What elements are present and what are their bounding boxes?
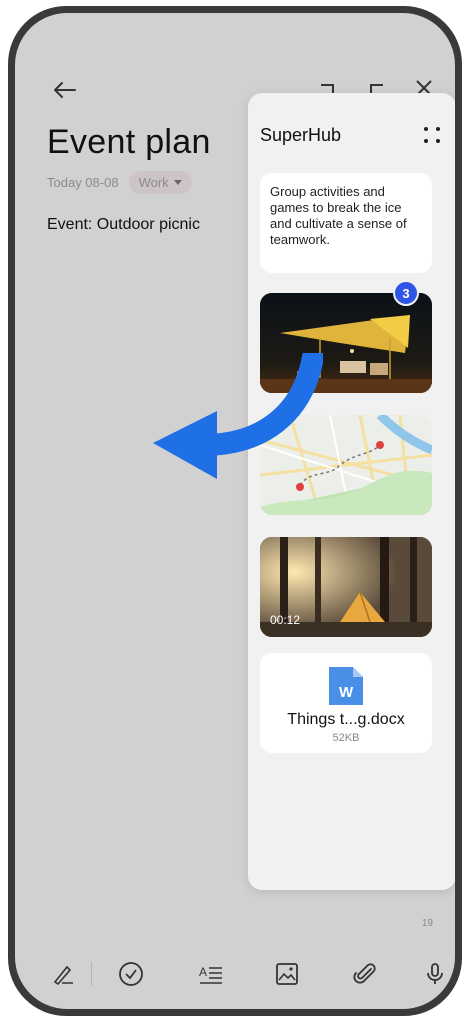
video-duration: 00:12 (270, 613, 301, 627)
superhub-text-card[interactable]: Group activities and games to break the … (260, 173, 432, 273)
handwriting-icon[interactable] (47, 958, 79, 990)
document-size: 52KB (332, 732, 360, 744)
doc-letter: W (339, 684, 354, 701)
attachment-icon[interactable] (349, 958, 381, 990)
superhub-text-content: Group activities and games to break the … (270, 184, 407, 247)
superhub-video-thumbnail[interactable]: 00:12 (260, 537, 432, 637)
note-body-line[interactable]: Event: Outdoor picnic (47, 216, 200, 234)
category-tag[interactable]: Work (128, 171, 192, 194)
image-icon[interactable] (271, 958, 303, 990)
note-title[interactable]: Event plan (47, 123, 211, 162)
note-meta: Today 08-08 Work (47, 171, 192, 194)
back-arrow-icon[interactable] (49, 77, 79, 103)
phone-frame: Event plan Today 08-08 Work Event: Outdo… (8, 6, 462, 1016)
text-style-icon[interactable]: A (195, 958, 227, 990)
bottom-toolbar: A (15, 958, 455, 998)
more-options-icon[interactable] (422, 125, 442, 145)
document-name: Things t...g.docx (287, 711, 405, 728)
superhub-title: SuperHub (260, 125, 342, 145)
category-tag-label: Work (138, 175, 169, 190)
note-screen: Event plan Today 08-08 Work Event: Outdo… (15, 13, 455, 1009)
note-date: Today 08-08 (47, 175, 119, 190)
superhub-document-card[interactable]: W Things t...g.docx 52KB (260, 653, 432, 753)
svg-text:A: A (199, 965, 207, 979)
checklist-icon[interactable] (115, 958, 147, 990)
image-count-badge: 3 (393, 280, 419, 306)
microphone-icon[interactable] (419, 958, 451, 990)
word-document-icon: W (325, 665, 365, 707)
toolbar-divider (91, 962, 92, 986)
page-number: 19 (421, 918, 433, 929)
drag-arrow-icon (153, 353, 323, 479)
dropdown-icon (173, 180, 182, 185)
